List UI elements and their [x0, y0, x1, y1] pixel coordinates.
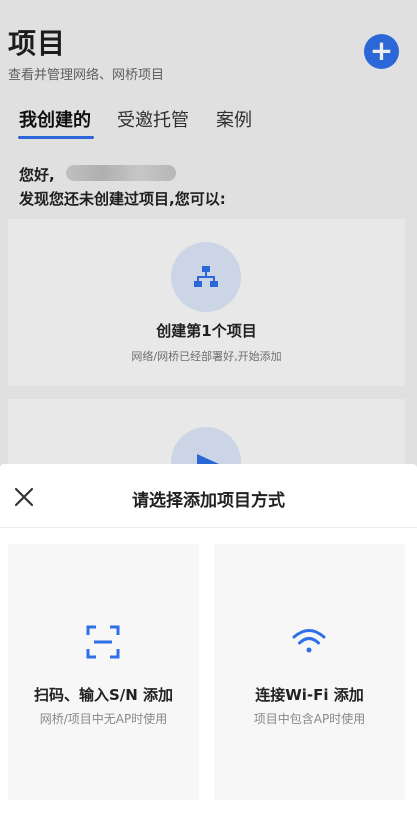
wifi-connect-option[interactable]: 连接Wi-Fi 添加 项目中包含AP时使用: [214, 544, 405, 800]
wifi-connect-desc: 项目中包含AP时使用: [253, 712, 366, 726]
wifi-icon: [291, 624, 327, 660]
scan-sn-title: 扫码、输入S/N 添加: [33, 686, 174, 704]
wifi-connect-title: 连接Wi-Fi 添加: [255, 686, 364, 704]
sheet-divider: [0, 527, 417, 528]
scan-sn-desc: 网桥/项目中无AP时使用: [39, 712, 168, 726]
sheet-title: 请选择添加项目方式: [132, 491, 285, 511]
scan-icon: [85, 624, 121, 660]
scan-sn-option[interactable]: 扫码、输入S/N 添加 网桥/项目中无AP时使用: [8, 544, 199, 800]
add-project-sheet: 请选择添加项目方式 扫码、输入S/N 添加 网桥/项目中无AP时使用 连接Wi-…: [0, 464, 417, 816]
